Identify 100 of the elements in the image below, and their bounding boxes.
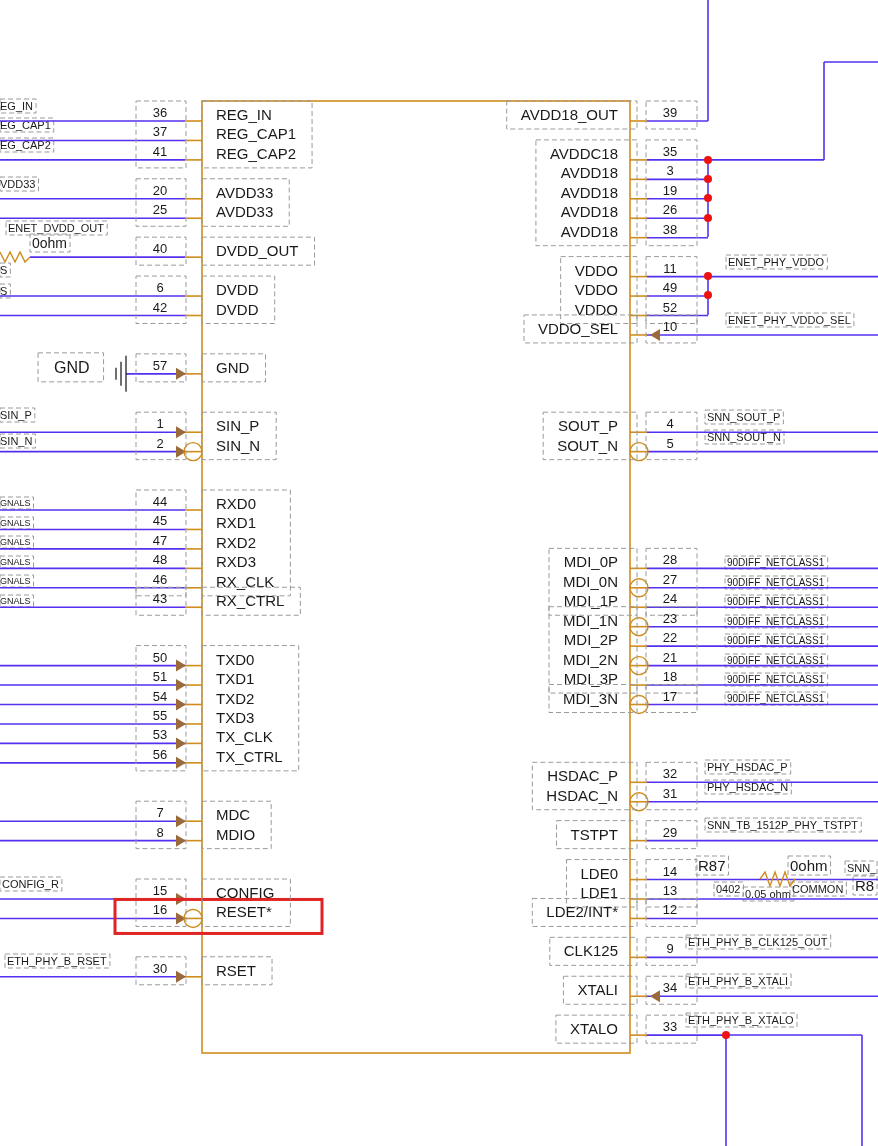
pin-number: 37 <box>152 124 168 140</box>
net-label: ETH_PHY_B_XTALI <box>685 973 792 989</box>
pin-name: VDDO <box>574 281 618 299</box>
pin-name: RXD3 <box>216 553 256 571</box>
pin-number: 24 <box>662 591 678 607</box>
pin-number: 5 <box>666 435 674 451</box>
pin-name: SIN_N <box>216 436 261 454</box>
net-label: SIN_N <box>0 433 36 449</box>
pin-number: 21 <box>662 649 678 665</box>
net-label: R8 <box>852 875 878 896</box>
net-label: ETH_PHY_B_XTALO <box>685 1012 798 1028</box>
pin-name: TXD2 <box>216 689 255 707</box>
pin-name: DVDD_OUT <box>216 242 299 260</box>
pin-name: VDDO <box>574 261 618 279</box>
pin-name: RX_CLK <box>216 572 275 590</box>
net-label: GNALS <box>0 535 34 549</box>
pin-number: 29 <box>662 824 678 840</box>
pin-number: 31 <box>662 785 678 801</box>
pin-name: XTALI <box>577 981 618 999</box>
pin-name: HSDAC_P <box>547 767 618 785</box>
pin-number: 1 <box>156 416 164 432</box>
net-label: PHY_HSDAC_P <box>704 759 792 775</box>
pin-number: 49 <box>662 280 678 296</box>
pin-name: AVDD18 <box>560 164 618 182</box>
pin-name: TX_CTRL <box>216 747 283 765</box>
pin-number: 43 <box>152 591 168 607</box>
net-label: 0ohm <box>787 855 832 876</box>
net-label: 0ohm <box>29 233 71 253</box>
pin-name: TXD0 <box>216 650 255 668</box>
pin-number: 19 <box>662 182 678 198</box>
pin-name: XTALO <box>569 1020 618 1038</box>
pin-number: 25 <box>152 202 168 218</box>
pin-number: 56 <box>152 746 168 762</box>
net-label: SNN_SOUT_P <box>704 409 784 425</box>
pin-name: TXD3 <box>216 708 255 726</box>
pin-number: 46 <box>152 571 168 587</box>
net-label: 90DIFF_NETCLASS1 <box>724 594 829 609</box>
net-label: SIN_P <box>0 407 36 423</box>
net-label: CONFIG_R <box>0 876 63 892</box>
pin-number: 34 <box>662 980 678 996</box>
pin-number: 6 <box>156 280 164 296</box>
pin-name: MDC <box>216 806 251 824</box>
pin-name: CLK125 <box>563 942 618 960</box>
pin-name: DVDD <box>216 281 259 299</box>
pin-number: 55 <box>152 707 168 723</box>
net-label: ENET_PHY_VDDO <box>725 254 828 270</box>
pin-name: RXD0 <box>216 495 256 512</box>
pin-name: RESET* <box>216 903 272 921</box>
pin-number: 33 <box>662 1019 678 1035</box>
pin-number: 17 <box>662 688 678 704</box>
net-label: SNN_TB_1512P_PHY_TSTPT <box>704 817 862 833</box>
pin-name: AVDD18 <box>560 203 618 221</box>
net-label: EG_CAP1 <box>0 117 55 133</box>
pin-name: MDI_1P <box>563 592 618 610</box>
pin-number: 13 <box>662 883 678 898</box>
pin-number: 36 <box>152 105 168 120</box>
net-label: SNN_ <box>844 860 878 876</box>
net-label: ENET_PHY_VDDO_SEL <box>725 312 855 328</box>
pin-number: 28 <box>662 552 678 568</box>
pin-name: MDI_3P <box>563 670 618 688</box>
net-label: 90DIFF_NETCLASS1 <box>724 633 829 648</box>
pin-number: 2 <box>156 435 164 451</box>
pin-number: 9 <box>666 941 674 957</box>
pin-name: AVDD33 <box>216 183 274 201</box>
pin-name: AVDD18 <box>560 222 618 240</box>
net-label: 0402 <box>713 881 744 897</box>
pin-name: MDI_1N <box>563 611 618 629</box>
pin-number: 47 <box>152 532 168 548</box>
pin-name: LDE2/INT* <box>546 903 618 921</box>
pin-name: REG_CAP1 <box>216 125 297 143</box>
net-label: 90DIFF_NETCLASS1 <box>724 672 829 687</box>
pin-number: 30 <box>152 960 168 976</box>
pin-name: AVDDC18 <box>549 144 618 162</box>
pin-name: AVDD33 <box>216 203 274 221</box>
net-label: 90DIFF_NETCLASS1 <box>724 575 829 590</box>
net-label: EG_IN <box>0 98 37 114</box>
pin-number: 10 <box>662 318 678 334</box>
pin-number: 45 <box>152 513 168 529</box>
pin-number: 20 <box>152 182 168 198</box>
net-label: GNALS <box>0 516 34 530</box>
net-label: S <box>0 283 11 299</box>
pin-name: GND <box>216 358 250 376</box>
pin-name: MDI_2P <box>563 631 618 649</box>
pin-name: RX_CTRL <box>216 592 285 610</box>
pin-name: SOUT_N <box>557 436 618 454</box>
ground-label: GND <box>54 358 90 376</box>
net-label: R87 <box>695 855 730 876</box>
pin-number: 16 <box>152 902 168 918</box>
net-label: ETH_PHY_B_RSET <box>4 953 111 969</box>
pin-number: 38 <box>662 221 678 237</box>
pin-number: 41 <box>152 143 168 159</box>
pin-number: 50 <box>152 649 168 665</box>
pin-number: 48 <box>152 552 168 568</box>
pin-name: VDDO_SEL <box>537 319 618 337</box>
pin-name: VDDO <box>574 300 618 318</box>
net-label: 90DIFF_NETCLASS1 <box>724 555 829 570</box>
pin-name: TXD1 <box>216 670 255 688</box>
pin-number: 42 <box>152 299 168 315</box>
pin-number: 27 <box>662 571 678 587</box>
pin-name: MDI_3N <box>563 689 618 707</box>
